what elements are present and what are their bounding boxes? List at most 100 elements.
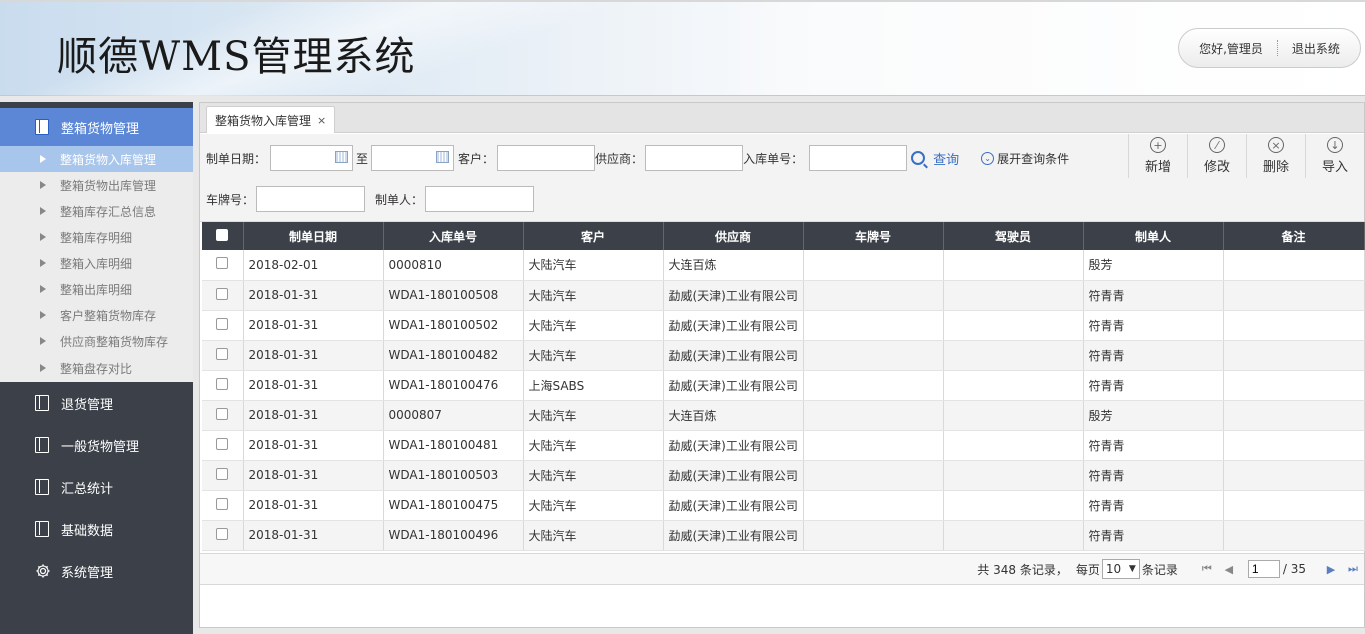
edit-button[interactable]: ⁄ 修改	[1187, 134, 1246, 178]
row-checkbox[interactable]	[216, 257, 229, 270]
order-no-link[interactable]: WDA1-180100503	[383, 460, 524, 491]
table-row[interactable]: 2018-01-31 WDA1-180100475 大陆汽车 勐威(天津)工业有限公司…	[202, 490, 1365, 521]
customer-cell: 大陆汽车	[523, 460, 664, 491]
table-row[interactable]: 2018-01-31 WDA1-180100476 上海SABS 勐威(天津)工业有限…	[202, 370, 1365, 401]
supplier-cell: 勐威(天津)工业有限公司	[663, 430, 804, 461]
order-no-link[interactable]: WDA1-180100502	[383, 310, 524, 341]
logout-link[interactable]: 退出系统	[1292, 40, 1340, 57]
customer-cell: 大陆汽车	[523, 400, 664, 431]
row-checkbox[interactable]	[216, 497, 229, 510]
add-button[interactable]: + 新增	[1128, 134, 1187, 178]
row-checkbox[interactable]	[216, 527, 229, 540]
table-row[interactable]: 2018-01-31 WDA1-180100482 大陆汽车 勐威(天津)工业有限公司…	[202, 340, 1365, 371]
order-no-link[interactable]: WDA1-180100475	[383, 490, 524, 521]
row-checkbox[interactable]	[216, 437, 229, 450]
order-no-link[interactable]: WDA1-180100482	[383, 340, 524, 371]
order-no-input[interactable]	[809, 145, 908, 171]
sidebar-group-system[interactable]: 系统管理	[0, 550, 193, 592]
order-no-link[interactable]: WDA1-180100481	[383, 430, 524, 461]
next-page-icon[interactable]: ▶	[1324, 562, 1338, 576]
first-page-icon[interactable]: ⏮	[1200, 562, 1214, 576]
column-header[interactable]: 制单人	[1083, 222, 1224, 250]
creator-cell: 殷芳	[1083, 250, 1224, 281]
column-header[interactable]: 驾驶员	[943, 222, 1084, 250]
order-no-link[interactable]: WDA1-180100476	[383, 370, 524, 401]
tab-inbound-management[interactable]: 整箱货物入库管理 ×	[206, 106, 336, 133]
last-page-icon[interactable]: ⏭	[1346, 562, 1360, 576]
customer-input[interactable]	[497, 145, 596, 171]
row-select-cell	[202, 250, 244, 281]
creator-cell: 符青青	[1083, 280, 1224, 311]
supplier-cell: 勐威(天津)工业有限公司	[663, 370, 804, 401]
creator-cell: 符青青	[1083, 520, 1224, 551]
tab-bar: 整箱货物入库管理 ×	[200, 103, 1364, 133]
sidebar-item-inventory-compare[interactable]: 整箱盘存对比	[0, 354, 193, 382]
calendar-icon[interactable]	[335, 151, 349, 163]
sidebar-item-inbound[interactable]: 整箱货物入库管理	[0, 146, 193, 172]
greeting-link[interactable]: 您好,管理员	[1199, 40, 1263, 57]
supplier-input[interactable]	[645, 145, 744, 171]
sidebar-group-base-data[interactable]: 基础数据	[0, 508, 193, 550]
plate-label: 车牌号：	[206, 192, 255, 207]
date-label: 制单日期：	[206, 151, 267, 166]
plate-input[interactable]	[256, 186, 366, 212]
driver-cell	[943, 520, 1084, 551]
sidebar-group-label: 退货管理	[61, 397, 114, 413]
delete-button[interactable]: × 删除	[1246, 134, 1305, 178]
table-row[interactable]: 2018-01-31 WDA1-180100503 大陆汽车 勐威(天津)工业有限公司…	[202, 460, 1365, 491]
row-checkbox[interactable]	[216, 377, 229, 390]
table-row[interactable]: 2018-01-31 WDA1-180100496 大陆汽车 勐威(天津)工业有限公司…	[202, 520, 1365, 551]
column-header[interactable]: 入库单号	[383, 222, 524, 250]
sidebar-item-customer-stock[interactable]: 客户整箱货物库存	[0, 302, 193, 328]
row-checkbox[interactable]	[216, 407, 229, 420]
date-to-wrap	[371, 145, 455, 171]
sidebar-group-label: 整箱货物管理	[61, 121, 140, 137]
sidebar-item-outbound-detail[interactable]: 整箱出库明细	[0, 276, 193, 302]
import-button[interactable]: ↓ 导入	[1305, 134, 1364, 178]
sidebar-item-outbound[interactable]: 整箱货物出库管理	[0, 172, 193, 198]
plate-cell	[803, 310, 944, 341]
page-size-select[interactable]: 10 ▼	[1101, 559, 1140, 579]
row-checkbox[interactable]	[216, 347, 229, 360]
order-no-link[interactable]: WDA1-180100508	[383, 280, 524, 311]
column-header[interactable]: 车牌号	[803, 222, 944, 250]
column-header[interactable]: 备注	[1223, 222, 1365, 250]
row-checkbox[interactable]	[216, 467, 229, 480]
row-checkbox[interactable]	[216, 287, 229, 300]
total-records: 共 348 条记录，	[977, 562, 1068, 577]
edit-icon: ⁄	[1209, 137, 1225, 153]
sidebar-group-box-goods[interactable]: 整箱货物管理	[0, 108, 193, 146]
order-no-link[interactable]: WDA1-180100496	[383, 520, 524, 551]
column-header[interactable]: 客户	[523, 222, 664, 250]
creator-label: 制单人：	[375, 192, 424, 207]
column-header[interactable]: 制单日期	[243, 222, 384, 250]
table-row[interactable]: 2018-01-31 WDA1-180100508 大陆汽车 勐威(天津)工业有限公司…	[202, 280, 1365, 311]
sidebar-item-stock-summary[interactable]: 整箱库存汇总信息	[0, 198, 193, 224]
calendar-icon[interactable]	[436, 151, 450, 163]
table-row[interactable]: 2018-01-31 WDA1-180100481 大陆汽车 勐威(天津)工业有限公司…	[202, 430, 1365, 461]
date-from-wrap	[270, 145, 354, 171]
sidebar-item-inbound-detail[interactable]: 整箱入库明细	[0, 250, 193, 276]
table-row[interactable]: 2018-02-01 0000810 大陆汽车 大连百炼 殷芳	[202, 250, 1365, 281]
query-button[interactable]: 查询	[911, 149, 959, 168]
order-no-link[interactable]: 0000810	[383, 250, 524, 281]
sidebar-item-stock-detail[interactable]: 整箱库存明细	[0, 224, 193, 250]
gear-icon	[36, 564, 50, 578]
column-header[interactable]: 供应商	[663, 222, 804, 250]
select-all-checkbox[interactable]	[216, 228, 229, 241]
sidebar-group-general-goods[interactable]: 一般货物管理	[0, 424, 193, 466]
expand-filters-toggle[interactable]: ⌄ 展开查询条件	[981, 150, 1069, 167]
sidebar-group-statistics[interactable]: 汇总统计	[0, 466, 193, 508]
row-checkbox[interactable]	[216, 317, 229, 330]
creator-input[interactable]	[425, 186, 535, 212]
table-row[interactable]: 2018-01-31 0000807 大陆汽车 大连百炼 殷芳	[202, 400, 1365, 431]
filter-row-2: 车牌号： 制单人：	[206, 186, 535, 212]
sidebar-group-returns[interactable]: 退货管理	[0, 382, 193, 424]
order-no-link[interactable]: 0000807	[383, 400, 524, 431]
page-number-input[interactable]	[1247, 560, 1280, 578]
plate-cell	[803, 250, 944, 281]
prev-page-icon[interactable]: ◀	[1222, 562, 1236, 576]
close-icon[interactable]: ×	[317, 114, 326, 127]
sidebar-item-supplier-stock[interactable]: 供应商整箱货物库存	[0, 328, 193, 354]
table-row[interactable]: 2018-01-31 WDA1-180100502 大陆汽车 勐威(天津)工业有限公司…	[202, 310, 1365, 341]
